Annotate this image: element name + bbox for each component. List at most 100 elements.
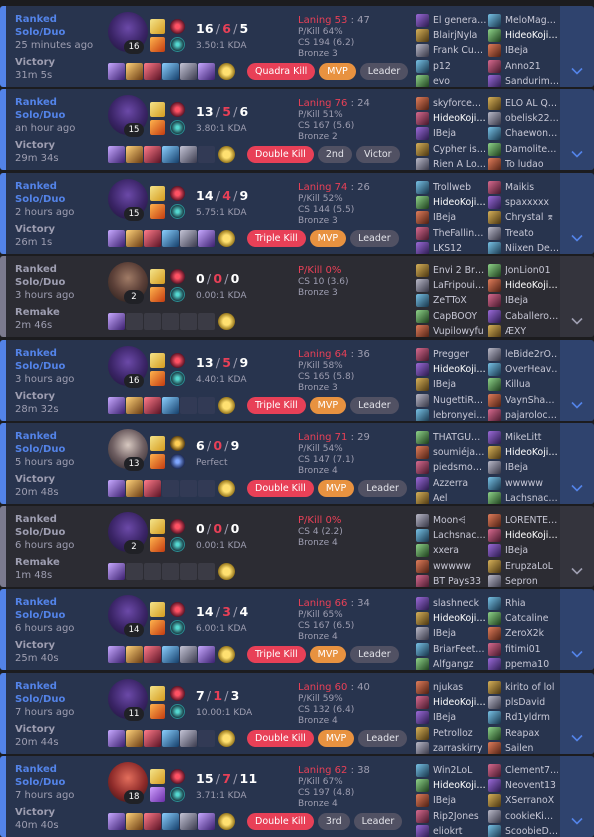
item-icon[interactable] — [162, 397, 179, 414]
item-icon[interactable] — [108, 563, 125, 580]
item-icon[interactable] — [180, 730, 197, 747]
player-name[interactable]: Damolite… — [505, 144, 558, 155]
player-row[interactable]: Rd1yldrm — [488, 710, 558, 725]
player-name[interactable]: obelisk22… — [505, 113, 558, 124]
player-row[interactable]: fitimi01 — [488, 642, 558, 657]
player-name[interactable]: Neovent13 — [505, 780, 558, 791]
player-row[interactable]: Moon⩤ — [416, 513, 486, 528]
item-icon[interactable] — [108, 730, 125, 747]
player-row[interactable]: IBeja — [416, 626, 486, 641]
ward-trinket-icon[interactable] — [218, 63, 235, 80]
expand-button[interactable] — [560, 673, 594, 754]
match-card[interactable]: Ranked Solo/Duo 6 hours ago Remake 1m 48s 2 0… — [0, 506, 594, 587]
player-name[interactable]: Petrolloz — [433, 728, 486, 739]
player-name[interactable]: Moon⩤ — [433, 515, 486, 526]
player-row[interactable]: HideoKoji… — [488, 28, 558, 43]
player-name[interactable]: xxera — [433, 545, 486, 556]
player-name[interactable]: Maikis — [505, 182, 558, 193]
summoner-spell-icon[interactable] — [150, 537, 165, 552]
player-row[interactable]: BlairjNyla — [416, 28, 486, 43]
player-row[interactable]: Treato — [488, 226, 558, 241]
player-name[interactable]: wwwww — [433, 561, 486, 572]
player-row[interactable]: OverHeav… — [488, 362, 558, 377]
player-name[interactable]: soumiéja… — [433, 447, 486, 458]
player-row[interactable]: NugettiR… — [416, 393, 486, 408]
item-icon[interactable] — [162, 63, 179, 80]
expand-button[interactable] — [560, 423, 594, 504]
summoner-spell-icon[interactable] — [150, 204, 165, 219]
player-row[interactable]: Anno21 — [488, 59, 558, 74]
item-icon[interactable] — [144, 63, 161, 80]
player-name[interactable]: ÆXY — [505, 326, 558, 337]
summoner-spell-flash-icon[interactable] — [150, 19, 165, 34]
primary-rune-icon[interactable] — [170, 519, 185, 534]
item-icon[interactable] — [144, 730, 161, 747]
primary-rune-icon[interactable] — [170, 602, 185, 617]
player-name[interactable]: IBeja — [433, 628, 486, 639]
player-name[interactable]: IBeja — [505, 295, 558, 306]
player-row[interactable]: HideoKoji… — [416, 111, 486, 126]
item-icon[interactable] — [108, 313, 125, 330]
player-row[interactable]: Caballero… — [488, 309, 558, 324]
player-name[interactable]: fitimi01 — [505, 644, 558, 655]
item-icon[interactable] — [108, 63, 125, 80]
player-name[interactable]: Catcaline — [505, 613, 558, 624]
expand-button[interactable] — [560, 340, 594, 421]
player-name[interactable]: HideoKoji… — [505, 30, 558, 41]
player-name[interactable]: Azzerra — [433, 478, 486, 489]
player-row[interactable]: HideoKoji… — [488, 445, 558, 460]
match-card[interactable]: Ranked Solo/Duo 3 hours ago Remake 2m 46s 2 0… — [0, 256, 594, 337]
item-icon[interactable] — [108, 813, 125, 830]
player-row[interactable]: ZeroX2k — [488, 626, 558, 641]
ward-trinket-icon[interactable] — [218, 563, 235, 580]
player-row[interactable]: LORENTE… — [488, 513, 558, 528]
player-name[interactable]: slashneck — [433, 598, 486, 609]
player-name[interactable]: Treato — [505, 228, 558, 239]
player-row[interactable]: HideoKoji… — [488, 528, 558, 543]
player-row[interactable]: Frank Cu… — [416, 43, 486, 58]
player-row[interactable]: IBeja — [488, 43, 558, 58]
summoner-spell-flash-icon[interactable] — [150, 353, 165, 368]
player-row[interactable]: plsDavid — [488, 695, 558, 710]
item-icon[interactable] — [198, 646, 215, 663]
player-name[interactable]: Vupilowyfu — [433, 326, 486, 337]
player-row[interactable]: eliokrt — [416, 824, 486, 837]
player-name[interactable]: LaFripoui… — [433, 280, 486, 291]
player-row[interactable]: zarraskirry — [416, 741, 486, 754]
secondary-rune-icon[interactable] — [170, 37, 185, 52]
player-name[interactable]: IBeja — [433, 795, 486, 806]
player-row[interactable]: spaxxxxx — [488, 195, 558, 210]
player-name[interactable]: ErupzaLoL — [505, 561, 558, 572]
player-name[interactable]: THATGU… — [433, 432, 486, 443]
player-row[interactable]: Vupilowyfu — [416, 324, 486, 337]
player-name[interactable]: HideoKoji… — [505, 280, 558, 291]
player-name[interactable]: Rd1yldrm — [505, 712, 558, 723]
item-icon[interactable] — [126, 63, 143, 80]
player-name[interactable]: skyforce… — [433, 98, 486, 109]
item-icon[interactable] — [198, 813, 215, 830]
player-name[interactable]: Rip2Jones — [433, 811, 486, 822]
item-icon[interactable] — [180, 230, 197, 247]
player-row[interactable]: Rip2Jones — [416, 809, 486, 824]
secondary-rune-icon[interactable] — [170, 371, 185, 386]
player-name[interactable]: Reapax — [505, 728, 558, 739]
player-name[interactable]: HideoKoji… — [433, 113, 486, 124]
player-name[interactable]: Trollweb — [433, 182, 486, 193]
summoner-spell-icon[interactable] — [150, 371, 165, 386]
player-name[interactable]: To ludao — [505, 159, 558, 170]
summoner-spell-flash-icon[interactable] — [150, 186, 165, 201]
player-row[interactable]: Catcaline — [488, 611, 558, 626]
secondary-rune-icon[interactable] — [170, 204, 185, 219]
player-row[interactable]: Win2LoL — [416, 763, 486, 778]
player-row[interactable]: LaFripoui… — [416, 278, 486, 293]
summoner-spell-icon[interactable] — [150, 787, 165, 802]
player-row[interactable]: MeloMag… — [488, 13, 558, 28]
player-name[interactable]: IBeja — [433, 128, 486, 139]
player-name[interactable]: JonLion01 — [505, 265, 558, 276]
player-name[interactable]: IBeja — [433, 379, 486, 390]
primary-rune-icon[interactable] — [170, 353, 185, 368]
player-name[interactable]: Caballero… — [505, 311, 558, 322]
item-icon[interactable] — [180, 146, 197, 163]
player-row[interactable]: Rhia — [488, 596, 558, 611]
ward-trinket-icon[interactable] — [218, 480, 235, 497]
